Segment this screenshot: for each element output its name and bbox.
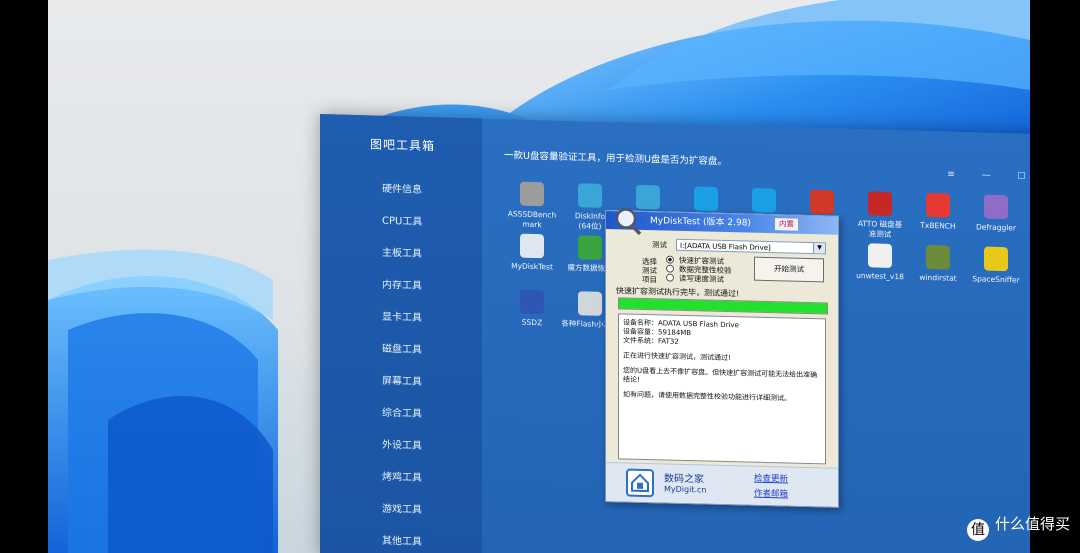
app-icon bbox=[578, 291, 602, 316]
window-controls[interactable]: ≡ — ☐ ✕ bbox=[947, 170, 1030, 183]
tool-item[interactable]: SSDZ bbox=[502, 289, 562, 329]
sidebar-item-hardware-info[interactable]: 硬件信息 bbox=[320, 172, 482, 209]
app-icon bbox=[984, 246, 1008, 272]
tool-item[interactable]: Defraggler bbox=[966, 194, 1026, 234]
tool-item[interactable]: DiskGenius bbox=[1024, 196, 1030, 236]
sidebar-item-stress[interactable]: 烤鸡工具 bbox=[320, 460, 482, 497]
tool-label: ASSSDBench mark bbox=[507, 209, 557, 230]
tool-label: TxBENCH bbox=[920, 220, 956, 231]
app-icon bbox=[520, 181, 544, 207]
author-email-link[interactable]: 作者邮箱 bbox=[754, 487, 788, 500]
test-label: 测试 bbox=[652, 240, 667, 250]
tool-item[interactable]: ATTO 磁盘基 准测试 bbox=[850, 191, 910, 241]
app-icon bbox=[578, 235, 602, 260]
app-icon bbox=[520, 289, 544, 315]
radio-dot[interactable] bbox=[666, 255, 674, 264]
tool-label: MyDiskTest bbox=[511, 261, 553, 272]
app-icon bbox=[868, 191, 892, 216]
footer-site[interactable]: MyDigit.cn bbox=[664, 484, 706, 494]
drive-select[interactable]: I:[ADATA USB Flash Drive] ▼ bbox=[676, 238, 826, 255]
app-icon bbox=[694, 186, 718, 212]
footer-brand: 数码之家 bbox=[664, 473, 704, 486]
dialog-footer: 数码之家 MyDigit.cn 检查更新 作者邮箱 bbox=[606, 462, 838, 507]
app-icon bbox=[984, 194, 1008, 220]
app-icon bbox=[810, 189, 834, 215]
tool-label: ATTO 磁盘基 准测试 bbox=[857, 219, 903, 239]
app-icon bbox=[520, 233, 544, 259]
app-icon bbox=[578, 183, 602, 208]
radio-label: 读写速度测试 bbox=[679, 273, 724, 284]
tool-label: SpaceSniffer bbox=[972, 274, 1020, 285]
tool-item[interactable]: windirstat bbox=[908, 244, 968, 284]
tool-item[interactable]: SpaceSniffer bbox=[966, 246, 1026, 286]
dialog-title: MyDiskTest (版本 2.98) bbox=[650, 216, 751, 229]
watermark: 值什么值得买 bbox=[966, 513, 1070, 541]
tool-label: Defraggler bbox=[975, 222, 1016, 233]
progress-fill bbox=[619, 298, 827, 314]
sidebar-item-peripherals[interactable]: 外设工具 bbox=[320, 428, 482, 465]
chevron-down-icon[interactable]: ▼ bbox=[813, 243, 825, 254]
log-line: 正在进行快速扩容测试，测试通过! bbox=[623, 351, 731, 363]
log-device-info: 设备名称：ADATA USB Flash Drive 设备容量：59184MB … bbox=[623, 318, 739, 346]
sidebar-item-cpu[interactable]: CPU工具 bbox=[320, 204, 482, 241]
sidebar-item-general[interactable]: 综合工具 bbox=[320, 396, 482, 433]
tool-item[interactable]: unwtest_v18 bbox=[850, 243, 910, 283]
mydigit-logo-icon bbox=[626, 468, 654, 498]
drive-select-value: I:[ADATA USB Flash Drive] bbox=[680, 241, 771, 253]
tool-label: windirstat bbox=[919, 272, 957, 283]
sidebar-item-screen[interactable]: 屏幕工具 bbox=[320, 364, 482, 401]
tool-item[interactable]: TxBENCH bbox=[908, 192, 968, 232]
progress-bar bbox=[618, 297, 828, 315]
tool-item[interactable]: ASSSDBench mark bbox=[502, 181, 562, 231]
tool-item[interactable]: WizTree bbox=[1024, 248, 1030, 288]
builtin-tag: 内置 bbox=[775, 218, 798, 231]
log-line: 如有问题，请使用数据完整性校验功能进行详细测试。 bbox=[623, 390, 791, 403]
radio-dot[interactable] bbox=[666, 264, 674, 273]
app-icon bbox=[752, 188, 776, 213]
magnifier-icon bbox=[615, 208, 642, 236]
log-line: 您的U盘看上去不像扩容盘。但快速扩容测试可能无法给出准确结论! bbox=[623, 366, 818, 384]
tool-label: DiskInfo (64位) bbox=[574, 211, 606, 231]
start-test-button[interactable]: 开始测试 bbox=[754, 256, 824, 283]
radio-dot[interactable] bbox=[666, 273, 674, 282]
sidebar-item-disk[interactable]: 磁盘工具 bbox=[320, 332, 482, 369]
tool-label: unwtest_v18 bbox=[856, 270, 904, 282]
tool-label: SSDZ bbox=[521, 317, 543, 328]
sidebar-item-games[interactable]: 游戏工具 bbox=[320, 492, 482, 529]
radio-speed-test[interactable]: 读写速度测试 bbox=[666, 272, 724, 284]
app-icon bbox=[926, 192, 950, 218]
sidebar: 图吧工具箱 硬件信息 CPU工具 主板工具 内存工具 显卡工具 磁盘工具 屏幕工… bbox=[320, 114, 482, 553]
watermark-badge: 值 bbox=[966, 519, 989, 541]
check-update-link[interactable]: 检查更新 bbox=[754, 472, 788, 485]
sidebar-menu: 硬件信息 CPU工具 主板工具 内存工具 显卡工具 磁盘工具 屏幕工具 综合工具… bbox=[320, 172, 482, 553]
sidebar-item-motherboard[interactable]: 主板工具 bbox=[320, 236, 482, 273]
app-icon bbox=[868, 243, 892, 268]
option-label-3: 项目 bbox=[642, 274, 657, 285]
sidebar-item-other[interactable]: 其他工具 bbox=[320, 524, 482, 553]
watermark-text: 什么值得买 bbox=[994, 515, 1070, 533]
sidebar-item-memory[interactable]: 内存工具 bbox=[320, 268, 482, 305]
app-icon bbox=[926, 244, 950, 270]
app-title: 图吧工具箱 bbox=[370, 137, 436, 154]
tool-item[interactable]: MyDiskTest bbox=[502, 233, 562, 273]
tool-description: 一款U盘容量验证工具，用于检测U盘是否为扩容盘。 bbox=[504, 150, 727, 168]
result-log: 设备名称：ADATA USB Flash Drive 设备容量：59184MB … bbox=[618, 313, 826, 465]
mydisktest-dialog: MyDiskTest (版本 2.98) 内置 测试 I:[ADATA USB … bbox=[605, 208, 839, 508]
photo-background: 图吧工具箱 硬件信息 CPU工具 主板工具 内存工具 显卡工具 磁盘工具 屏幕工… bbox=[48, 0, 1030, 553]
sidebar-item-gpu[interactable]: 显卡工具 bbox=[320, 300, 482, 337]
